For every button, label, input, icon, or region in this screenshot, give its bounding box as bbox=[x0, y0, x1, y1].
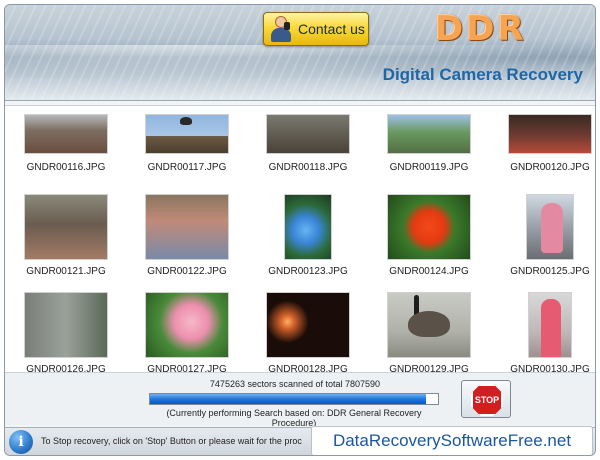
file-item[interactable]: GNDR00123.JPG bbox=[253, 194, 363, 284]
photo-thumbnail[interactable] bbox=[24, 194, 108, 260]
file-item[interactable]: GNDR00130.JPG bbox=[495, 292, 595, 373]
file-name: GNDR00125.JPG bbox=[510, 266, 590, 277]
status-bar: i To Stop recovery, click on 'Stop' Butt… bbox=[5, 426, 595, 455]
file-item[interactable]: GNDR00126.JPG bbox=[11, 292, 121, 373]
file-name: GNDR00122.JPG bbox=[147, 266, 227, 277]
file-name: GNDR00126.JPG bbox=[26, 364, 106, 373]
photo-thumbnail[interactable] bbox=[24, 292, 108, 358]
status-message: To Stop recovery, click on 'Stop' Button… bbox=[41, 436, 302, 446]
photo-thumbnail[interactable] bbox=[387, 114, 471, 154]
file-name: GNDR00119.JPG bbox=[389, 162, 469, 173]
file-name: GNDR00124.JPG bbox=[389, 266, 469, 277]
file-name: GNDR00129.JPG bbox=[389, 364, 469, 373]
photo-thumbnail[interactable] bbox=[266, 114, 350, 154]
scan-progress-bar bbox=[149, 393, 439, 405]
file-name: GNDR00121.JPG bbox=[26, 266, 106, 277]
info-icon: i bbox=[9, 430, 33, 454]
file-item[interactable]: GNDR00121.JPG bbox=[11, 194, 121, 284]
scan-progress-panel: 7475263 sectors scanned of total 7807590… bbox=[5, 373, 595, 428]
photo-thumbnail[interactable] bbox=[387, 292, 471, 358]
header-banner: Contact us DDR Digital Camera Recovery bbox=[5, 5, 595, 101]
stop-label: STOP bbox=[474, 395, 500, 405]
file-item[interactable]: GNDR00122.JPG bbox=[132, 194, 242, 284]
file-name: GNDR00130.JPG bbox=[510, 364, 590, 373]
photo-thumbnail[interactable] bbox=[24, 114, 108, 154]
photo-thumbnail[interactable] bbox=[508, 114, 592, 154]
recovery-method-text: (Currently performing Search based on: D… bbox=[166, 408, 422, 428]
sectors-scanned-text: 7475263 sectors scanned of total 7807590 bbox=[209, 379, 381, 389]
contact-us-button[interactable]: Contact us bbox=[263, 12, 369, 46]
photo-thumbnail[interactable] bbox=[145, 292, 229, 358]
file-item[interactable]: GNDR00125.JPG bbox=[495, 194, 595, 284]
contact-us-label: Contact us bbox=[298, 21, 365, 37]
photo-thumbnail[interactable] bbox=[528, 292, 572, 358]
photo-thumbnail[interactable] bbox=[387, 194, 471, 260]
file-name: GNDR00118.JPG bbox=[268, 162, 348, 173]
file-item[interactable]: GNDR00124.JPG bbox=[374, 194, 484, 284]
app-title: Digital Camera Recovery bbox=[382, 65, 583, 84]
stop-button[interactable]: STOP bbox=[461, 380, 511, 418]
file-name: GNDR00117.JPG bbox=[147, 162, 227, 173]
file-name: GNDR00123.JPG bbox=[268, 266, 348, 277]
ddr-logo: DDR bbox=[435, 9, 527, 49]
scan-progress-fill bbox=[150, 394, 426, 404]
photo-thumbnail[interactable] bbox=[145, 114, 229, 154]
photo-thumbnail[interactable] bbox=[284, 194, 332, 260]
file-name: GNDR00128.JPG bbox=[268, 364, 348, 373]
file-item[interactable]: GNDR00129.JPG bbox=[374, 292, 484, 373]
file-item[interactable]: GNDR00127.JPG bbox=[132, 292, 242, 373]
photo-thumbnail[interactable] bbox=[145, 194, 229, 260]
recovered-files-grid: GNDR00116.JPG GNDR00117.JPG GNDR00118.JPG G… bbox=[5, 105, 595, 373]
file-name: GNDR00127.JPG bbox=[147, 364, 227, 373]
file-name: GNDR00116.JPG bbox=[26, 162, 106, 173]
app-window: Contact us DDR Digital Camera Recovery G… bbox=[4, 4, 596, 456]
contact-person-icon bbox=[270, 16, 292, 42]
photo-thumbnail[interactable] bbox=[266, 292, 350, 358]
website-link[interactable]: DataRecoverySoftwareFree.net bbox=[311, 426, 593, 455]
file-name: GNDR00120.JPG bbox=[510, 162, 590, 173]
photo-thumbnail[interactable] bbox=[526, 194, 574, 260]
file-item[interactable]: GNDR00128.JPG bbox=[253, 292, 363, 373]
